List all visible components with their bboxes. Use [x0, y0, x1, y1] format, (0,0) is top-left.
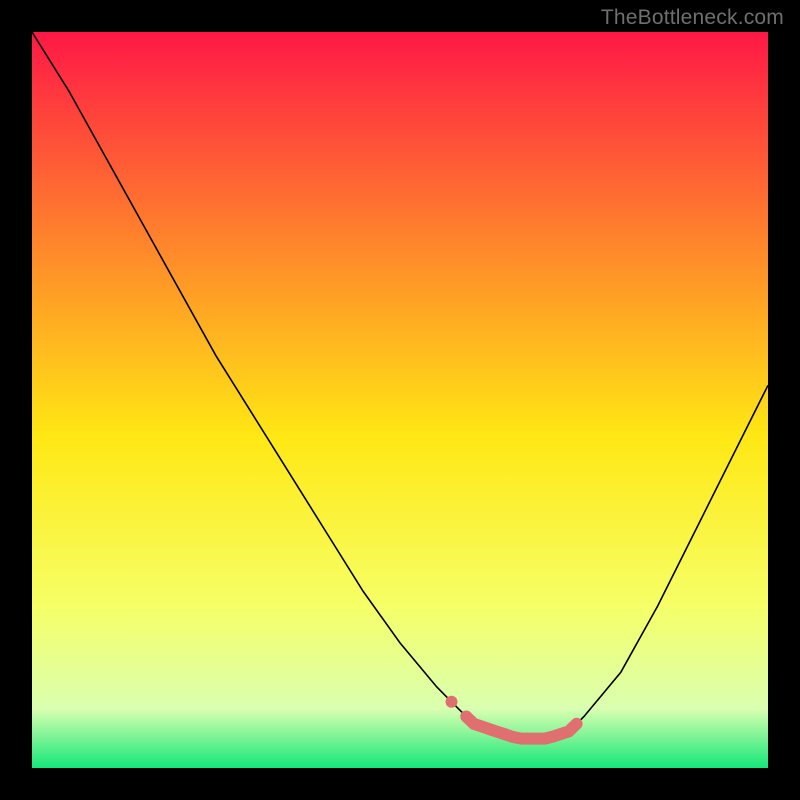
- gradient-background: [32, 32, 768, 768]
- chart-frame: TheBottleneck.com: [0, 0, 800, 800]
- chart-svg: [32, 32, 768, 768]
- chart-plot-area: [32, 32, 768, 768]
- optimal-start-dot-icon: [446, 696, 458, 708]
- watermark-text: TheBottleneck.com: [601, 6, 784, 30]
